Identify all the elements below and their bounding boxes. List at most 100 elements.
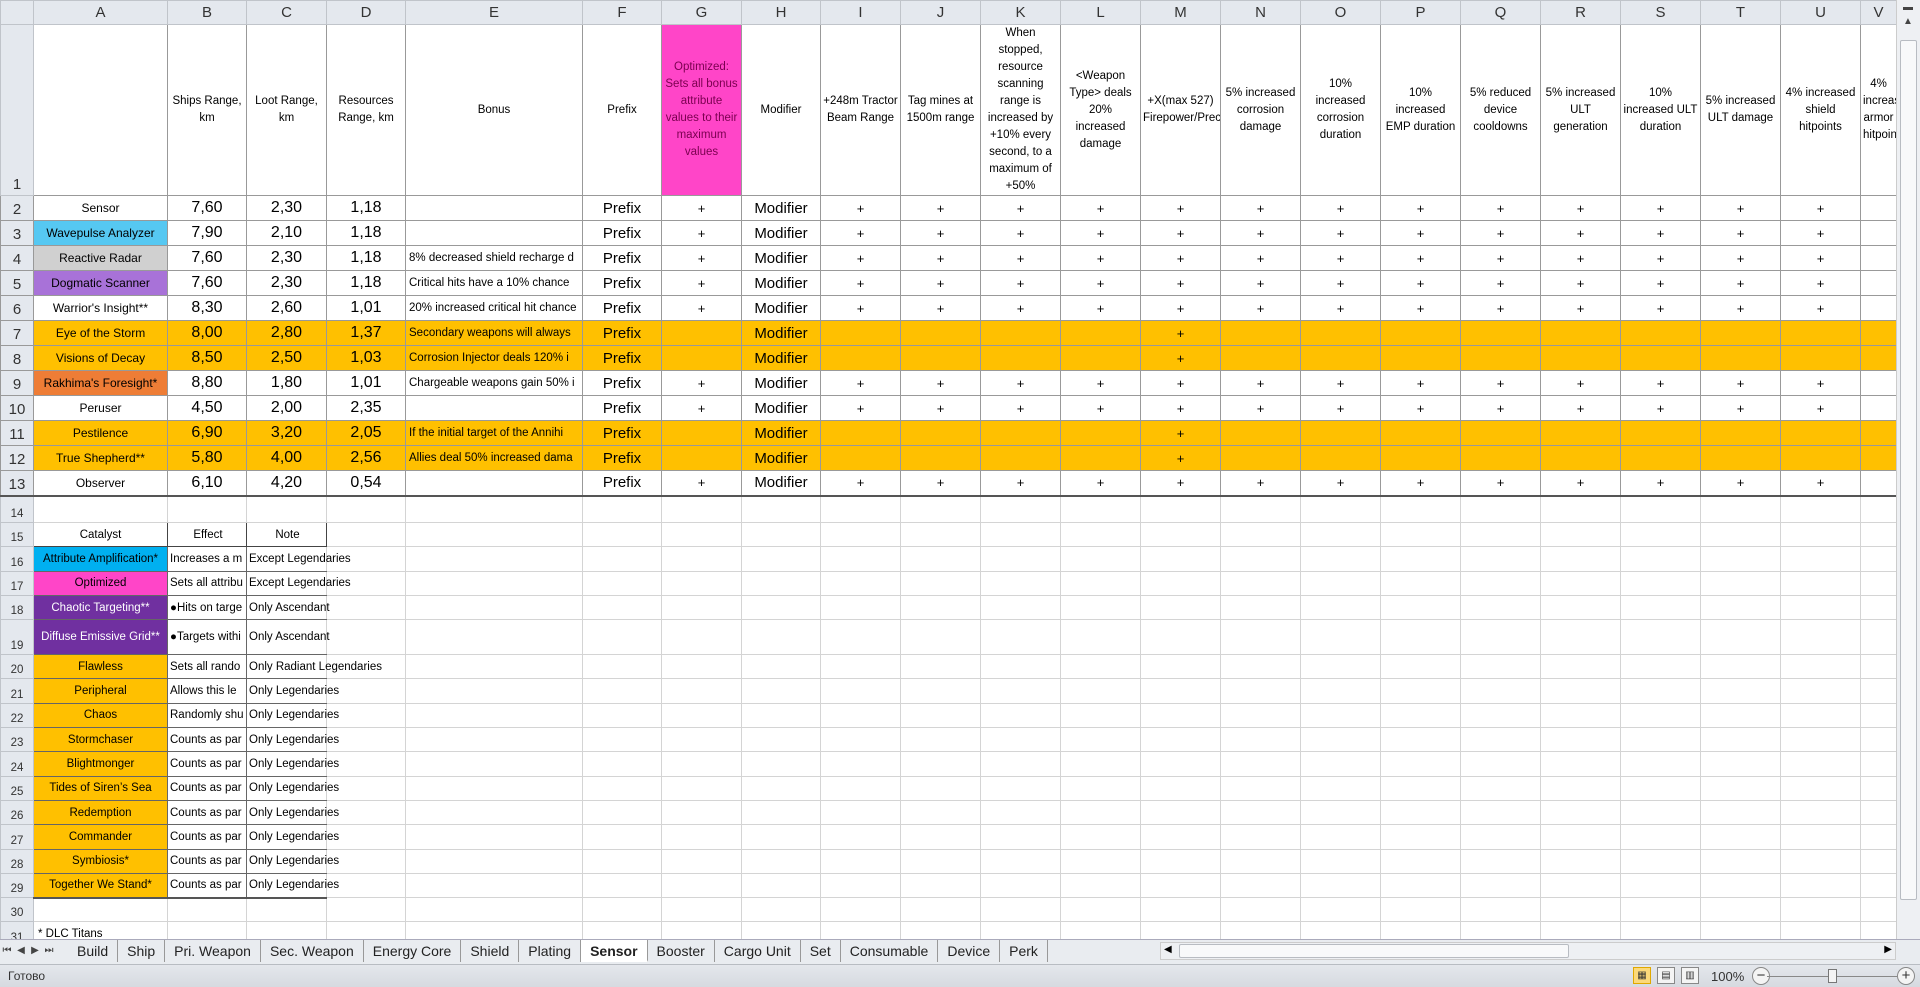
empty-cell[interactable] (741, 678, 821, 704)
attribute-cell-O[interactable] (1300, 420, 1381, 446)
empty-cell[interactable] (1460, 594, 1541, 621)
resources-range[interactable]: 1,01 (326, 295, 406, 321)
attribute-cell-U[interactable]: + (1780, 270, 1861, 296)
attribute-cell-Q[interactable] (1460, 420, 1541, 446)
empty-cell[interactable] (1300, 702, 1381, 729)
modifier-cell[interactable]: Modifier (741, 470, 821, 497)
empty-cell[interactable] (741, 619, 821, 656)
catalyst-effect[interactable]: Counts as par (167, 824, 247, 850)
empty-cell[interactable] (1540, 775, 1621, 801)
attribute-cell-O[interactable]: + (1300, 270, 1381, 296)
empty-cell[interactable] (1220, 570, 1301, 596)
empty-cell[interactable] (1300, 799, 1381, 826)
attribute-cell-J[interactable] (900, 445, 981, 471)
catalyst-note[interactable]: Except Legendaries (246, 570, 351, 596)
sheet-tab-consumable[interactable]: Consumable (840, 940, 939, 962)
empty-cell[interactable] (980, 678, 1061, 704)
empty-cell[interactable] (1700, 521, 1781, 548)
bonus-text[interactable] (405, 220, 583, 246)
column-header-P[interactable]: P (1380, 0, 1461, 25)
column-header-R[interactable]: R (1540, 0, 1621, 25)
empty-cell[interactable] (900, 678, 981, 704)
empty-cell[interactable] (980, 546, 1061, 572)
empty-cell[interactable] (1620, 594, 1701, 621)
optimized-cell[interactable]: + (661, 295, 742, 321)
empty-cell[interactable] (820, 921, 901, 939)
loot-range[interactable]: 2,30 (246, 195, 327, 221)
modifier-cell[interactable]: Modifier (741, 245, 821, 271)
empty-cell[interactable] (1380, 799, 1461, 826)
loot-range[interactable]: 4,00 (246, 445, 327, 471)
column-title-N[interactable]: 5% increased corrosion damage (1220, 24, 1301, 196)
attribute-cell-U[interactable]: + (1780, 370, 1861, 396)
empty-cell[interactable] (326, 619, 406, 656)
column-title-V[interactable]: 4% increased armor hitpoints (1860, 24, 1896, 196)
attribute-cell-T[interactable] (1700, 345, 1781, 371)
empty-cell[interactable] (405, 654, 583, 680)
catalyst-note[interactable]: Only Legendaries (246, 727, 339, 753)
attribute-cell-J[interactable]: + (900, 370, 981, 396)
column-header-E[interactable]: E (405, 0, 583, 25)
empty-cell[interactable] (326, 921, 406, 939)
empty-cell[interactable] (582, 799, 662, 826)
empty-cell[interactable] (1140, 495, 1221, 523)
row-header[interactable]: 8 (0, 345, 34, 371)
attribute-cell-K[interactable]: + (980, 220, 1061, 246)
empty-cell[interactable] (1700, 824, 1781, 850)
empty-cell[interactable] (741, 824, 821, 850)
empty-cell[interactable] (900, 702, 981, 729)
empty-cell[interactable] (1140, 546, 1221, 572)
empty-cell[interactable] (582, 654, 662, 680)
empty-cell[interactable] (820, 495, 901, 523)
empty-cell[interactable] (1620, 872, 1701, 899)
row-header[interactable]: 30 (0, 897, 34, 923)
attribute-cell-Q[interactable] (1460, 320, 1541, 346)
attribute-cell-P[interactable]: + (1380, 370, 1461, 396)
empty-cell[interactable] (326, 594, 406, 621)
empty-cell[interactable] (167, 897, 247, 923)
modifier-cell[interactable]: Modifier (741, 445, 821, 471)
attribute-cell-L[interactable]: + (1060, 220, 1141, 246)
column-header-A[interactable]: A (33, 0, 168, 25)
catalyst-name[interactable]: Peripheral (33, 678, 168, 704)
attribute-cell-S[interactable] (1620, 320, 1701, 346)
empty-cell[interactable] (1620, 570, 1701, 596)
empty-cell[interactable] (405, 751, 583, 777)
empty-cell[interactable] (1380, 824, 1461, 850)
bonus-text[interactable] (405, 195, 583, 221)
attribute-cell-T[interactable]: + (1700, 395, 1781, 421)
resources-range[interactable]: 2,05 (326, 420, 406, 446)
attribute-cell-I[interactable]: + (820, 470, 901, 497)
attribute-cell-O[interactable] (1300, 445, 1381, 471)
attribute-cell-J[interactable]: + (900, 220, 981, 246)
ships-range[interactable]: 8,30 (167, 295, 247, 321)
empty-cell[interactable] (1220, 824, 1301, 850)
empty-cell[interactable] (1060, 799, 1141, 826)
empty-cell[interactable] (1380, 751, 1461, 777)
loot-range[interactable]: 2,00 (246, 395, 327, 421)
sheet-tab-shield[interactable]: Shield (461, 940, 520, 962)
bonus-text[interactable]: 8% decreased shield recharge d (405, 245, 583, 271)
row-header[interactable]: 3 (0, 220, 34, 246)
attribute-cell-I[interactable]: + (820, 270, 901, 296)
empty-cell[interactable] (1860, 619, 1896, 656)
column-header-O[interactable]: O (1300, 0, 1381, 25)
empty-cell[interactable] (980, 872, 1061, 899)
attribute-cell-S[interactable]: + (1620, 370, 1701, 396)
empty-cell[interactable] (1700, 727, 1781, 753)
empty-cell[interactable] (405, 872, 583, 899)
row-header[interactable]: 24 (0, 751, 34, 777)
empty-cell[interactable] (1780, 521, 1861, 548)
ships-range[interactable]: 7,60 (167, 245, 247, 271)
empty-cell[interactable] (1460, 751, 1541, 777)
attribute-cell-L[interactable]: + (1060, 245, 1141, 271)
attribute-cell-I[interactable]: + (820, 395, 901, 421)
empty-cell[interactable] (1060, 775, 1141, 801)
ships-range[interactable]: 8,50 (167, 345, 247, 371)
attribute-cell-M[interactable]: + (1140, 395, 1221, 421)
empty-cell[interactable] (1540, 495, 1621, 523)
column-header-D[interactable]: D (326, 0, 406, 25)
catalyst-effect[interactable]: Randomly shu (167, 702, 247, 729)
empty-cell[interactable] (1380, 619, 1461, 656)
empty-cell[interactable] (820, 521, 901, 548)
